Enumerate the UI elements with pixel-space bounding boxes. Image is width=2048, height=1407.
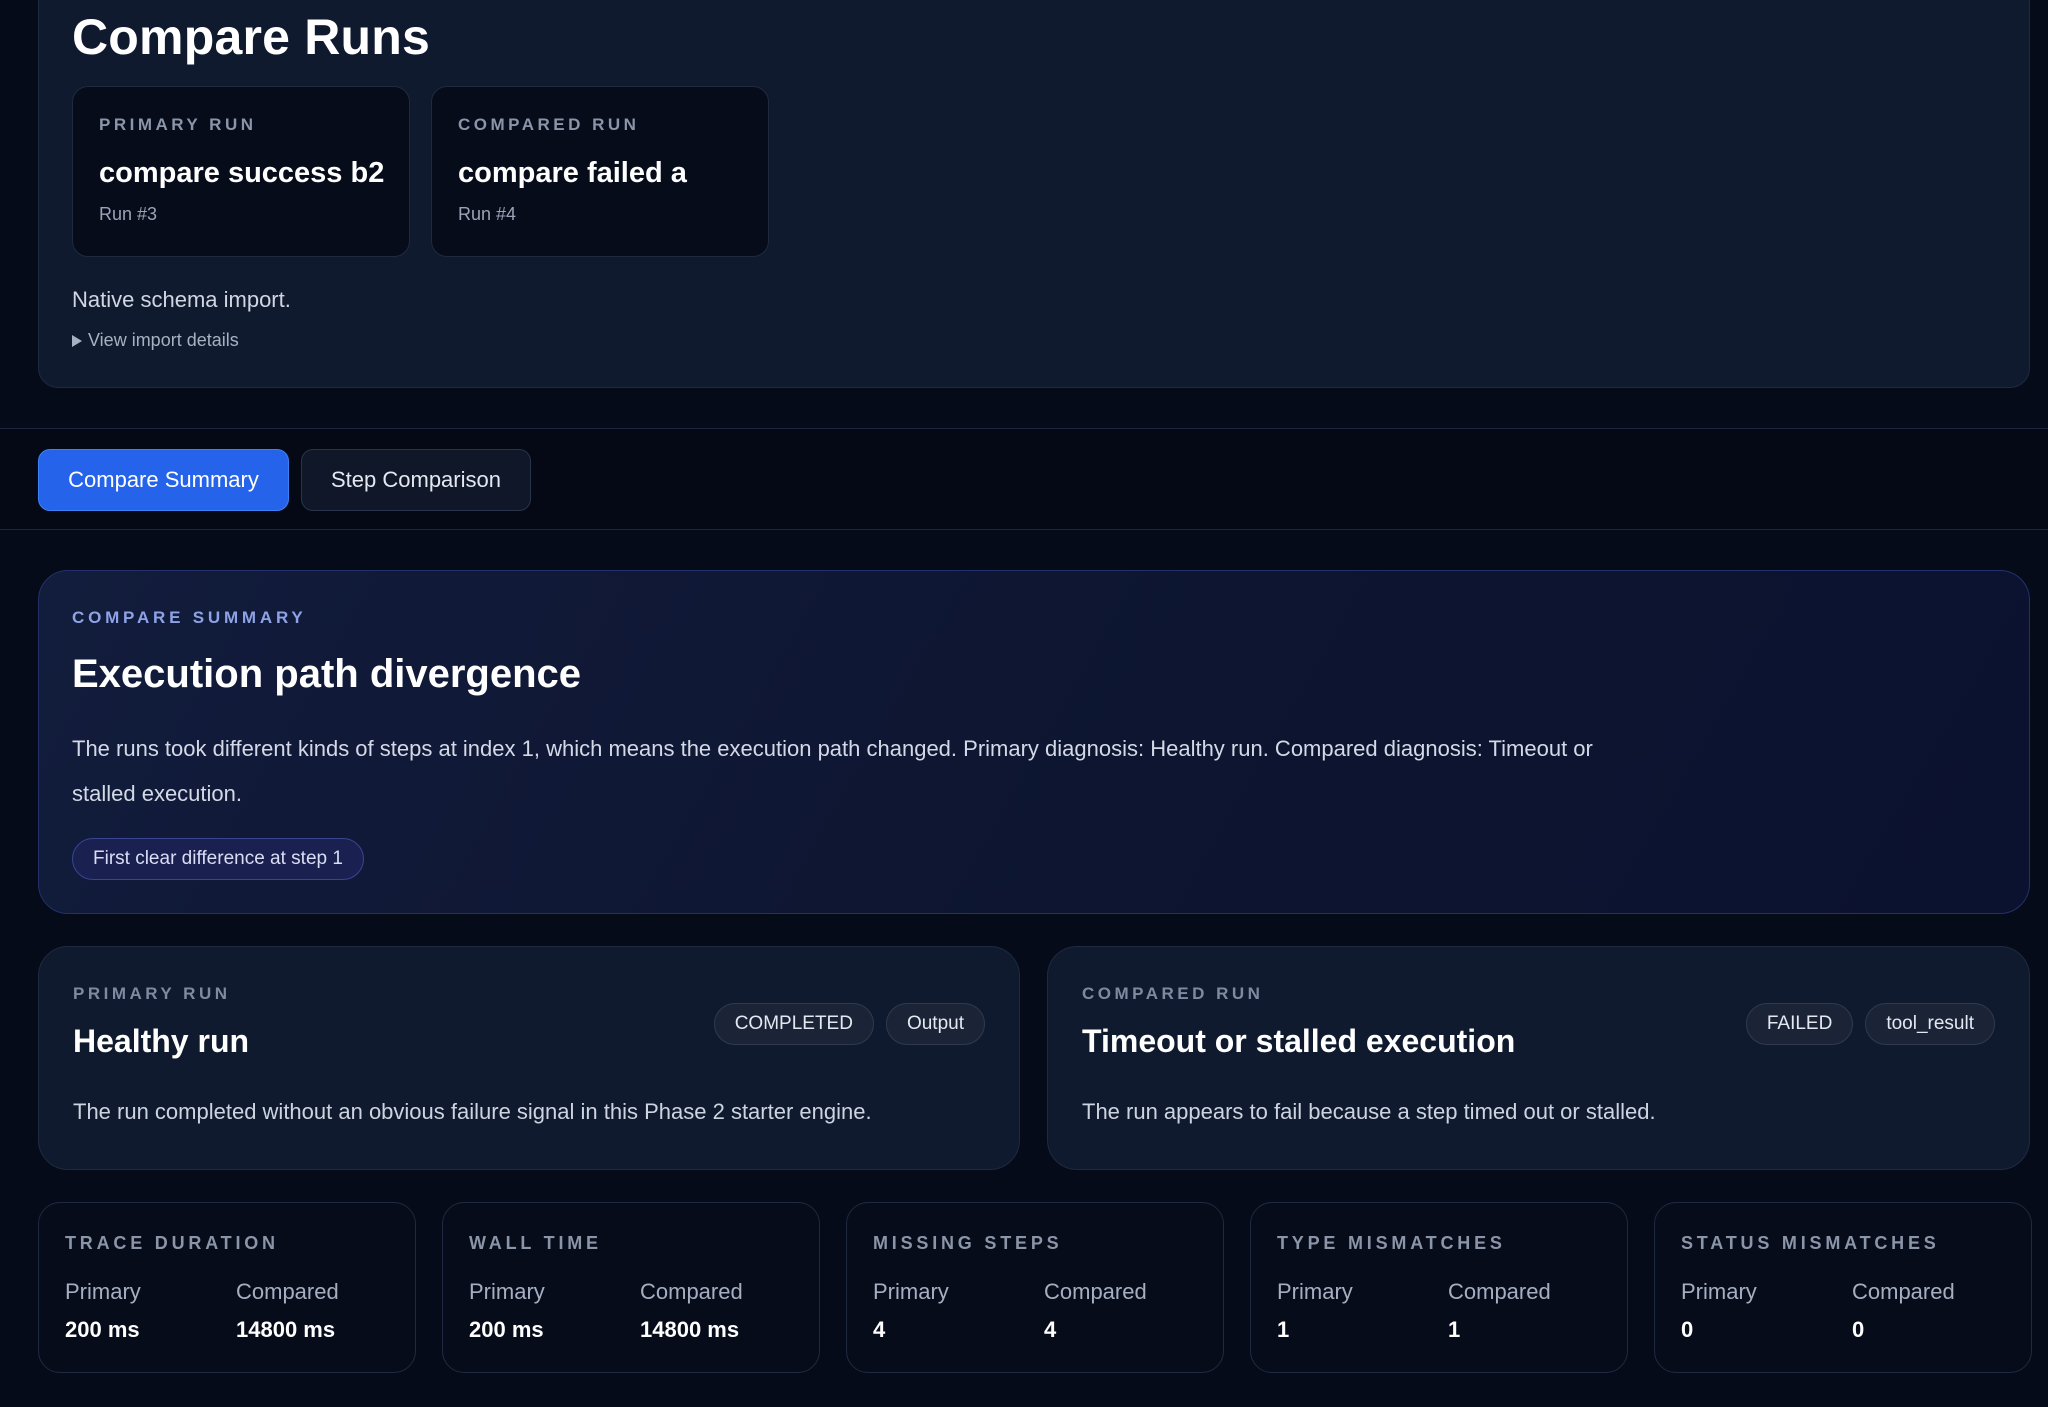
primary-badges: COMPLETED Output (713, 1003, 985, 1045)
primary-run-number: Run #3 (99, 204, 158, 224)
primary-diagnosis-description: The run completed without an obvious fai… (73, 1099, 872, 1124)
summary-text: The runs took different kinds of steps a… (72, 736, 1593, 806)
status-badge: COMPLETED (713, 1003, 874, 1045)
metric-primary-label: Primary (65, 1279, 141, 1304)
metric-kicker: TRACE DURATION (65, 1233, 279, 1253)
summary-kicker: COMPARE SUMMARY (72, 608, 307, 627)
metric-kicker: WALL TIME (469, 1233, 602, 1253)
metric-missing-steps: MISSING STEPS Primary Compared 4 4 (846, 1202, 1224, 1373)
import-note: Native schema import. (72, 287, 291, 312)
metric-trace-duration: TRACE DURATION Primary Compared 200 ms 1… (38, 1202, 416, 1373)
compared-run-card: COMPARED RUN compare failed a Run #4 (431, 86, 769, 257)
primary-run-card: PRIMARY RUN compare success b2 Run #3 (72, 86, 410, 257)
compared-run-kicker: COMPARED RUN (458, 115, 640, 134)
compared-run-number: Run #4 (458, 204, 517, 224)
tab-compare-summary[interactable]: Compare Summary (38, 449, 289, 511)
metric-status-mismatches: STATUS MISMATCHES Primary Compared 0 0 (1654, 1202, 2032, 1373)
metric-primary-value: 0 (1681, 1317, 1694, 1342)
metric-compared-label: Compared (1448, 1279, 1551, 1304)
metric-compared-value: 0 (1852, 1317, 1865, 1342)
metric-kicker: STATUS MISMATCHES (1681, 1233, 1940, 1253)
disclosure-triangle-icon (72, 334, 82, 347)
metric-compared-value: 4 (1044, 1317, 1057, 1342)
primary-run-name: compare success b2 (99, 157, 385, 189)
compared-diagnosis-card: COMPARED RUN Timeout or stalled executio… (1047, 946, 2030, 1170)
compared-diagnosis-description: The run appears to fail because a step t… (1082, 1099, 1656, 1124)
compared-run-name: compare failed a (458, 157, 687, 189)
metric-wall-time: WALL TIME Primary Compared 200 ms 14800 … (442, 1202, 820, 1373)
metric-type-mismatches: TYPE MISMATCHES Primary Compared 1 1 (1250, 1202, 1628, 1373)
metric-compared-value: 14800 ms (236, 1317, 336, 1342)
metric-kicker: MISSING STEPS (873, 1233, 1063, 1253)
summary-title: Execution path divergence (72, 652, 582, 696)
view-import-details-label: View import details (88, 330, 239, 350)
type-badge: Output (885, 1003, 985, 1045)
type-badge: tool_result (1865, 1003, 1995, 1045)
metric-primary-label: Primary (873, 1279, 949, 1304)
status-badge: FAILED (1745, 1003, 1854, 1045)
primary-diagnosis-title: Healthy run (73, 1023, 250, 1059)
first-difference-badge: First clear difference at step 1 (72, 838, 364, 880)
compared-diagnosis-kicker: COMPARED RUN (1082, 984, 1264, 1003)
page-title: Compare Runs (72, 9, 431, 65)
metric-primary-value: 200 ms (65, 1317, 140, 1342)
metric-compared-label: Compared (1044, 1279, 1147, 1304)
metric-compared-label: Compared (236, 1279, 339, 1304)
metric-compared-value: 14800 ms (640, 1317, 740, 1342)
metric-primary-label: Primary (1681, 1279, 1757, 1304)
metric-primary-label: Primary (469, 1279, 545, 1304)
metric-primary-value: 200 ms (469, 1317, 544, 1342)
metric-primary-value: 1 (1277, 1317, 1290, 1342)
primary-run-kicker: PRIMARY RUN (99, 115, 257, 134)
metric-primary-label: Primary (1277, 1279, 1353, 1304)
metric-kicker: TYPE MISMATCHES (1277, 1233, 1506, 1253)
tab-bar: Compare Summary Step Comparison (0, 428, 2048, 530)
metric-compared-label: Compared (1852, 1279, 1955, 1304)
metric-compared-value: 1 (1448, 1317, 1461, 1342)
primary-diagnosis-card: PRIMARY RUN Healthy run COMPLETED Output… (38, 946, 1020, 1170)
view-import-details-toggle[interactable]: View import details (72, 330, 239, 351)
primary-diagnosis-kicker: PRIMARY RUN (73, 984, 231, 1003)
tab-step-comparison[interactable]: Step Comparison (301, 449, 531, 511)
compared-diagnosis-title: Timeout or stalled execution (1082, 1023, 1516, 1059)
compared-badges: FAILED tool_result (1745, 1003, 1995, 1045)
page: Compare Runs PRIMARY RUN compare success… (0, 0, 2048, 1407)
metric-compared-label: Compared (640, 1279, 743, 1304)
metric-primary-value: 4 (873, 1317, 886, 1342)
